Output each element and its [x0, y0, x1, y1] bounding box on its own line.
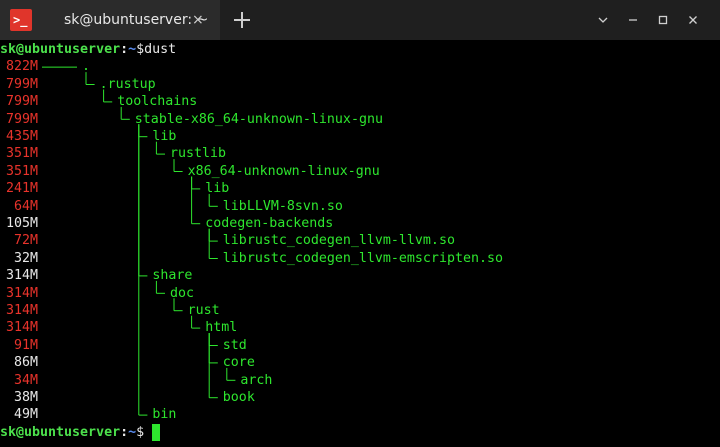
dir-name: arch [240, 372, 273, 388]
dir-size: 241M [5, 181, 38, 197]
prompt-separator: : [120, 424, 129, 440]
dir-size: 86M [13, 355, 38, 371]
minimize-icon[interactable] [618, 0, 648, 40]
dir-name: std [222, 337, 247, 353]
tab-title: sk@ubuntuserver: ~ [64, 12, 209, 28]
window-close-icon[interactable] [678, 0, 708, 40]
terminal-output[interactable]: sk@ubuntuserver:~$dust 822M. 799M .rustup 7… [0, 40, 720, 447]
dir-name: libLLVM-8svn.so [222, 198, 343, 214]
text-cursor [152, 423, 161, 441]
new-tab-plus-icon[interactable] [226, 4, 258, 36]
dir-name: .rustup [99, 76, 156, 92]
tab-close-icon[interactable]: × [192, 0, 204, 40]
prompt-user-host: sk@ubuntuserver [0, 42, 121, 57]
dir-size: 435M [5, 129, 38, 144]
dir-name: stable-x86_64-unknown-linux-gnu [134, 111, 383, 127]
dropdown-chevron-icon[interactable] [588, 0, 618, 40]
command-prompt-line: sk@ubuntuserver:~$dust [0, 41, 176, 58]
tab-active[interactable]: >_ sk@ubuntuserver: ~ × [0, 0, 220, 40]
terminal-app-icon: >_ [10, 9, 32, 31]
prompt-separator: : [120, 42, 129, 57]
dir-size: 91M [13, 337, 38, 353]
dir-name: x86_64-unknown-linux-gnu [187, 163, 380, 179]
title-bar: >_ sk@ubuntuserver: ~ × [0, 0, 720, 40]
dir-name: rust [187, 303, 220, 318]
dir-size: 314M [5, 303, 38, 318]
dir-size: 49M [13, 407, 38, 423]
prompt-path: ~ [128, 42, 137, 57]
dir-name: book [222, 390, 255, 405]
dir-size: 72M [13, 233, 38, 249]
maximize-icon[interactable] [648, 0, 678, 40]
dir-name: codegen-backends [205, 216, 334, 231]
dir-size: 314M [5, 320, 38, 336]
prompt-user-host: sk@ubuntuserver [0, 424, 121, 440]
dir-size: 799M [5, 94, 38, 110]
dir-size: 34M [13, 372, 38, 388]
dir-name: toolchains [117, 94, 198, 110]
dir-name: librustc_codegen_llvm-llvm.so [222, 233, 455, 249]
prompt-symbol: $ [136, 424, 145, 440]
prompt-path: ~ [128, 424, 137, 440]
prompt-symbol: $ [136, 42, 145, 57]
dir-name: rustlib [170, 146, 227, 162]
terminal-prompt-icon: >_ [13, 13, 28, 27]
dir-name: core [222, 355, 255, 371]
dir-name: share [152, 268, 193, 284]
dir-size: 105M [5, 216, 38, 231]
dir-name: lib [205, 181, 230, 197]
dir-size: 351M [5, 146, 38, 162]
dir-size: 351M [5, 163, 38, 179]
dir-size: 38M [13, 390, 38, 405]
dir-name: librustc_codegen_llvm-emscripten.so [222, 250, 503, 266]
dir-size: 799M [5, 76, 38, 92]
dir-name: doc [170, 285, 195, 301]
dir-size: 64M [13, 198, 38, 214]
dir-size: 32M [13, 250, 38, 266]
dir-name: . [82, 59, 91, 75]
dir-name: html [205, 320, 238, 336]
terminal-window: >_ sk@ubuntuserver: ~ × sk@ubuntuserver:… [0, 0, 720, 447]
command-prompt-line-active[interactable]: sk@ubuntuserver:~$ [0, 423, 161, 441]
dir-size: 314M [5, 268, 38, 284]
dir-name: bin [152, 407, 177, 423]
dir-size: 314M [5, 285, 38, 301]
command-text: dust [144, 42, 177, 57]
dir-size: 822M [5, 59, 38, 75]
dir-name: lib [152, 129, 177, 144]
dir-size: 799M [5, 111, 38, 127]
